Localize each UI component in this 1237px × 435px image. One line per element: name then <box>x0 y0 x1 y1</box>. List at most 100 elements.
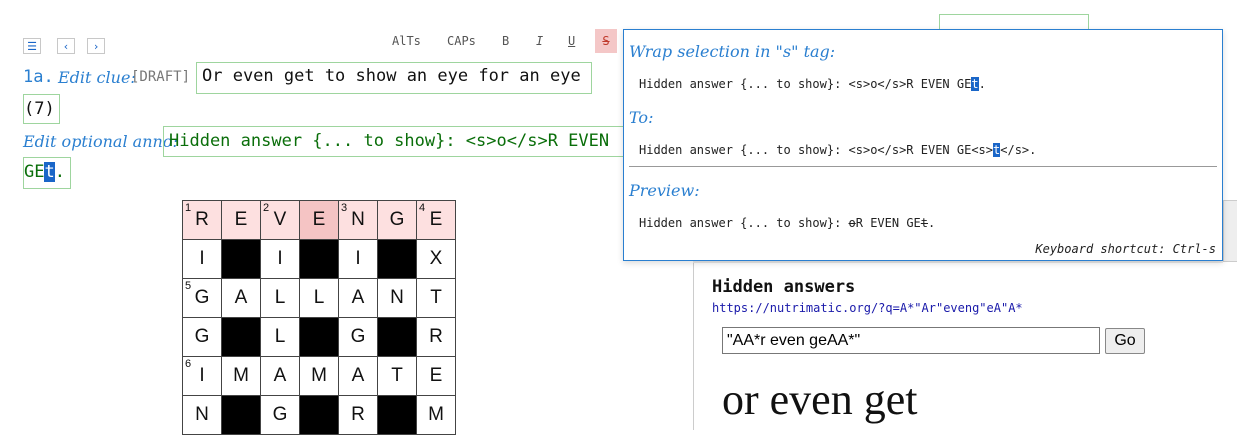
cell-letter: G <box>272 404 288 425</box>
next-clue-button[interactable]: › <box>87 38 105 54</box>
grid-cell[interactable]: 5G <box>182 278 222 318</box>
cell-letter: L <box>313 287 325 308</box>
grid-black-cell[interactable] <box>377 239 417 279</box>
grid-cell[interactable]: I <box>182 239 222 279</box>
anno-text-field[interactable]: Hidden answer {... to show}: <s>o</s>R E… <box>163 126 633 157</box>
cell-letter: R <box>351 404 365 425</box>
grid-cell[interactable]: 2V <box>260 200 300 240</box>
grid-cell[interactable]: A <box>338 278 378 318</box>
grid-cell[interactable]: T <box>377 356 417 396</box>
grid-cell[interactable]: M <box>416 395 456 435</box>
alts-button[interactable]: AlTs <box>392 34 421 50</box>
grid-cell[interactable]: 4E <box>416 200 456 240</box>
cell-letter: R <box>429 326 443 347</box>
grid-cell[interactable]: R <box>416 317 456 357</box>
grid-cell[interactable]: L <box>260 278 300 318</box>
edit-clue-label: Edit clue: <box>58 68 136 87</box>
cell-letter: G <box>194 287 210 308</box>
cell-letter: G <box>389 209 405 230</box>
to-heading: To: <box>629 108 654 127</box>
edit-anno-label: Edit optional anno: <box>23 132 178 151</box>
preview-heading: Preview: <box>629 181 700 200</box>
grid-cell[interactable]: M <box>299 356 339 396</box>
panel-tab-edge <box>1223 200 1237 262</box>
grid-cell[interactable]: N <box>377 278 417 318</box>
menu-icon: ☰ <box>27 40 37 53</box>
grid-cell[interactable]: G <box>260 395 300 435</box>
grid-black-cell[interactable] <box>221 395 261 435</box>
clue-number-label: 2 <box>263 202 270 214</box>
cell-letter: T <box>430 287 442 308</box>
cell-letter: G <box>194 326 210 347</box>
go-button[interactable]: Go <box>1105 328 1145 354</box>
clue-text-field[interactable]: Or even get to show an eye for an eye <box>196 62 592 94</box>
cell-letter: L <box>274 326 286 347</box>
result-text[interactable]: or even get <box>722 374 917 425</box>
hidden-field-edge <box>939 14 1089 30</box>
grid-black-cell[interactable] <box>299 239 339 279</box>
grid-black-cell[interactable] <box>221 239 261 279</box>
to-text: Hidden answer {... to show}: <s>o</s>R E… <box>639 143 1037 157</box>
chevron-right-icon: › <box>92 40 100 53</box>
clue-number-label: 5 <box>185 280 192 292</box>
cell-letter: A <box>351 287 365 308</box>
cell-letter: N <box>390 287 404 308</box>
grid-cell[interactable]: G <box>182 317 222 357</box>
grid-cell[interactable]: R <box>338 395 378 435</box>
grid-cell[interactable]: E <box>221 200 261 240</box>
grid-cell[interactable]: 6I <box>182 356 222 396</box>
crossword-grid[interactable]: 1RE2VE3NG4EIIIX5GALLANTGLGR6IMAMATENGRM <box>182 200 456 435</box>
cell-letter: T <box>391 365 403 386</box>
anno-text-post: . <box>54 162 65 182</box>
grid-cell[interactable]: E <box>416 356 456 396</box>
cell-letter: E <box>234 209 248 230</box>
italic-button[interactable]: I <box>536 34 543 50</box>
anno-text-pre: GE <box>24 162 45 182</box>
cell-letter: I <box>199 365 205 386</box>
grid-cell[interactable]: 3N <box>338 200 378 240</box>
from-selection: t <box>971 77 979 91</box>
cell-letter: A <box>351 365 365 386</box>
clue-enumeration[interactable]: (7) <box>23 94 60 124</box>
grid-cell[interactable]: X <box>416 239 456 279</box>
grid-black-cell[interactable] <box>221 317 261 357</box>
clue-number-label: 3 <box>341 202 348 214</box>
grid-cell[interactable]: M <box>221 356 261 396</box>
grid-black-cell[interactable] <box>299 317 339 357</box>
grid-cell[interactable]: L <box>299 278 339 318</box>
grid-cell[interactable]: A <box>221 278 261 318</box>
wrap-heading: Wrap selection in "s" tag: <box>629 42 836 61</box>
grid-black-cell[interactable] <box>377 395 417 435</box>
grid-cell[interactable]: A <box>338 356 378 396</box>
grid-cell[interactable]: E <box>299 200 339 240</box>
bold-button[interactable]: B <box>502 34 509 50</box>
keyboard-shortcut-hint: Keyboard shortcut: Ctrl-s <box>1035 242 1216 256</box>
grid-cell[interactable]: N <box>182 395 222 435</box>
grid-cell[interactable]: L <box>260 317 300 357</box>
grid-cell[interactable]: 1R <box>182 200 222 240</box>
from-text: Hidden answer {... to show}: <s>o</s>R E… <box>639 77 986 91</box>
grid-cell[interactable]: I <box>260 239 300 279</box>
cell-letter: M <box>233 365 249 386</box>
search-input[interactable] <box>722 327 1100 354</box>
wrap-tag-popup: Wrap selection in "s" tag: Hidden answer… <box>623 29 1223 261</box>
grid-cell[interactable]: T <box>416 278 456 318</box>
cell-letter: N <box>195 404 209 425</box>
draft-badge: [DRAFT] <box>131 69 191 85</box>
grid-black-cell[interactable] <box>299 395 339 435</box>
caps-button[interactable]: CAPs <box>447 34 476 50</box>
grid-cell[interactable]: I <box>338 239 378 279</box>
cell-letter: I <box>199 248 205 269</box>
underline-button[interactable]: U <box>568 34 575 50</box>
prev-clue-button[interactable]: ‹ <box>57 38 75 54</box>
grid-cell[interactable]: G <box>338 317 378 357</box>
nutrimatic-link[interactable]: https://nutrimatic.org/?q=A*"Ar"eveng"eA… <box>712 301 1023 315</box>
grid-black-cell[interactable] <box>377 317 417 357</box>
strike-button[interactable]: S <box>595 29 617 53</box>
grid-cell[interactable]: G <box>377 200 417 240</box>
grid-cell[interactable]: A <box>260 356 300 396</box>
anno-text-field-continued[interactable]: GEt. <box>23 157 71 189</box>
cell-letter: I <box>277 248 283 269</box>
menu-button[interactable]: ☰ <box>23 38 41 54</box>
cell-letter: V <box>273 209 287 230</box>
